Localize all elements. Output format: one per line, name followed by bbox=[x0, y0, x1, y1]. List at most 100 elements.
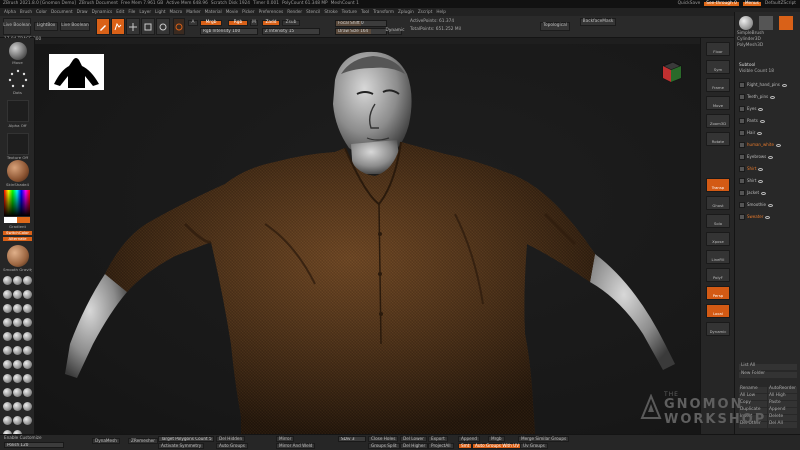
menu-preferences[interactable]: Preferences bbox=[259, 9, 284, 15]
live-boolean-toggle[interactable]: Live Boolean bbox=[60, 22, 90, 31]
alternate-button[interactable]: Alternate bbox=[3, 237, 32, 242]
target-polycount-slider[interactable]: Target Polygons Count 5 bbox=[158, 436, 214, 442]
subtool-row[interactable]: Eyebrows bbox=[739, 152, 797, 162]
eye-icon[interactable] bbox=[781, 83, 787, 87]
subtool-row[interactable]: Hair bbox=[739, 128, 797, 138]
ghost-button[interactable]: Ghost bbox=[706, 196, 730, 210]
persp-button[interactable]: Persp bbox=[706, 286, 730, 300]
brush-pinch[interactable] bbox=[3, 304, 12, 313]
brush-crease[interactable] bbox=[23, 318, 32, 327]
linefill-button[interactable]: LineFill bbox=[706, 250, 730, 264]
new-folder-button[interactable]: New Folder bbox=[739, 371, 797, 378]
menu-file[interactable]: File bbox=[128, 9, 135, 15]
move-button[interactable] bbox=[126, 18, 140, 35]
brush-extra-2[interactable] bbox=[23, 332, 32, 341]
menu-brush[interactable]: Brush bbox=[20, 9, 32, 15]
a-button[interactable]: A bbox=[188, 20, 198, 26]
brush-snakehook[interactable] bbox=[13, 318, 22, 327]
eye-icon[interactable] bbox=[775, 143, 781, 147]
xpose-button[interactable]: Xpose bbox=[706, 232, 730, 246]
append-button[interactable]: Append bbox=[458, 436, 481, 442]
enable-customize-label[interactable]: Enable Customize bbox=[4, 435, 42, 441]
brush-extra-17[interactable] bbox=[23, 402, 32, 411]
focal-shift-slider[interactable]: Focal Shift 0 bbox=[335, 20, 387, 27]
texture-thumbnail[interactable] bbox=[7, 133, 29, 155]
mirror-button[interactable]: Mirror bbox=[276, 436, 295, 442]
menu-texture[interactable]: Texture bbox=[342, 9, 357, 15]
brush-nudge[interactable] bbox=[3, 318, 12, 327]
viewport-canvas[interactable] bbox=[35, 44, 700, 434]
auto-groups-uv-button[interactable]: Auto Groups With UV bbox=[472, 443, 523, 449]
sym-button[interactable]: Sym bbox=[706, 60, 730, 74]
brush-extra-20[interactable] bbox=[23, 416, 32, 425]
tool-thumb-1[interactable] bbox=[739, 16, 753, 30]
menu-help[interactable]: Help bbox=[436, 9, 446, 15]
eye-icon[interactable] bbox=[758, 179, 764, 183]
export-button[interactable]: Export bbox=[428, 436, 448, 442]
subtool-row[interactable]: Jacket bbox=[739, 188, 797, 198]
topological-button[interactable]: Topological bbox=[540, 22, 570, 31]
eye-icon[interactable] bbox=[758, 167, 764, 171]
zoom3d-button[interactable]: Zoom3D bbox=[706, 114, 730, 128]
material-thumbnail[interactable] bbox=[7, 160, 29, 182]
backface-mask-button[interactable]: BackfaceMask bbox=[580, 18, 616, 26]
brush-standard[interactable] bbox=[3, 276, 12, 285]
rotate-view-button[interactable]: Rotate bbox=[706, 132, 730, 146]
scale-button[interactable] bbox=[141, 18, 155, 35]
sdiv-slider[interactable]: SDiv 3 bbox=[338, 436, 366, 442]
brush-inflate[interactable] bbox=[13, 304, 22, 313]
rotate-button[interactable] bbox=[156, 18, 170, 35]
zadd-button[interactable]: Zadd bbox=[262, 20, 280, 26]
menu-transform[interactable]: Transform bbox=[373, 9, 394, 15]
lightbox-button[interactable]: LightBox bbox=[34, 22, 58, 31]
m-button[interactable]: M bbox=[250, 20, 258, 26]
default-zscript-button[interactable]: DefaultZScript bbox=[765, 1, 796, 7]
dynamic-view-button[interactable]: Dynamic bbox=[706, 322, 730, 336]
z-intensity-slider[interactable]: Z Intensity 15 bbox=[262, 28, 320, 35]
main-color-swatch[interactable] bbox=[17, 217, 30, 223]
close-holes-button[interactable]: Close Holes bbox=[368, 436, 399, 442]
brush-thumbnail[interactable] bbox=[9, 42, 27, 60]
subtool-row[interactable]: Eyes bbox=[739, 104, 797, 114]
projectall-button[interactable]: ProjectAll bbox=[428, 443, 454, 449]
menu-layer[interactable]: Layer bbox=[139, 9, 151, 15]
brush-move[interactable] bbox=[13, 276, 22, 285]
material-swatch[interactable] bbox=[173, 18, 185, 35]
menu-alpha[interactable]: Alpha bbox=[4, 9, 16, 15]
local-button[interactable]: Local bbox=[706, 304, 730, 318]
eye-icon[interactable] bbox=[768, 203, 774, 207]
brush-damstandard[interactable] bbox=[3, 290, 12, 299]
see-through-slider[interactable]: See-through 0 bbox=[704, 1, 739, 7]
brush-extra-5[interactable] bbox=[23, 346, 32, 355]
del-higher-button[interactable]: Del Higher bbox=[400, 443, 429, 449]
brush-extra-3[interactable] bbox=[3, 346, 12, 355]
brush-extra-7[interactable] bbox=[13, 360, 22, 369]
subtool-row[interactable]: Shirt bbox=[739, 164, 797, 174]
activate-symmetry-button[interactable]: Activate Symmetry bbox=[158, 443, 205, 449]
menu-stroke[interactable]: Stroke bbox=[324, 9, 337, 15]
eye-icon[interactable] bbox=[770, 95, 776, 99]
brush-extra-4[interactable] bbox=[13, 346, 22, 355]
stroke-dots-icon[interactable] bbox=[7, 68, 29, 90]
menu-material[interactable]: Material bbox=[205, 9, 222, 15]
subtool-row[interactable]: Right_hand_pins bbox=[739, 80, 797, 90]
eye-icon[interactable] bbox=[759, 119, 765, 123]
brush-extra-12[interactable] bbox=[3, 388, 12, 397]
brush-extra-19[interactable] bbox=[13, 416, 22, 425]
subtool-row-selected[interactable]: human_white bbox=[739, 140, 797, 150]
floor-button[interactable]: Floor bbox=[706, 42, 730, 56]
brush-extra-9[interactable] bbox=[3, 374, 12, 383]
del-lower-button[interactable]: Del Lower bbox=[400, 436, 427, 442]
menu-zscript[interactable]: Zscript bbox=[418, 9, 433, 15]
tool-thumb-3[interactable] bbox=[779, 16, 793, 30]
brush-smooth[interactable] bbox=[23, 304, 32, 313]
subtool-row[interactable]: Sweater bbox=[739, 212, 797, 222]
edit-button[interactable] bbox=[96, 18, 110, 35]
menu-macro[interactable]: Macro bbox=[170, 9, 183, 15]
polish-slider[interactable]: Polish 120 bbox=[4, 442, 64, 448]
solo-button[interactable]: Solo bbox=[706, 214, 730, 228]
eye-icon[interactable] bbox=[765, 215, 771, 219]
color-picker[interactable] bbox=[4, 190, 30, 216]
list-all-button[interactable]: List All bbox=[739, 363, 797, 370]
menus-button[interactable]: Menus bbox=[742, 1, 761, 7]
